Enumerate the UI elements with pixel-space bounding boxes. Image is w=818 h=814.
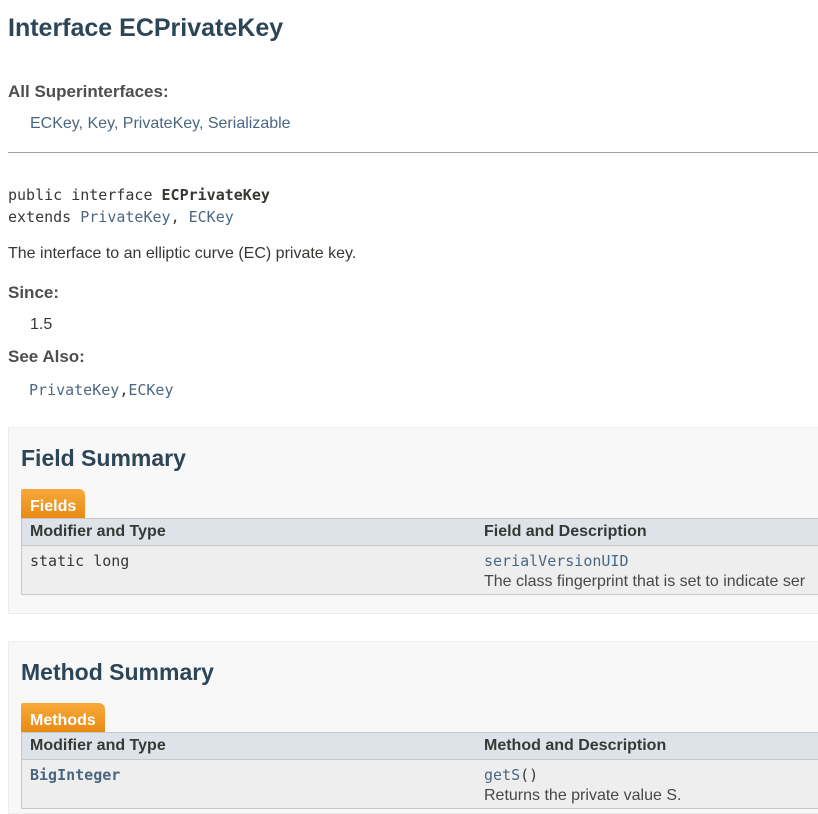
page-title: Interface ECPrivateKey — [8, 14, 284, 42]
field-type: static long — [30, 552, 130, 570]
extends-link-eckey[interactable]: ECKey — [189, 208, 234, 226]
method-col-method-description: Method and Description — [484, 737, 667, 754]
fields-tab: Fields — [21, 489, 86, 519]
since-label: Since: — [8, 283, 60, 302]
table-row: BigInteger getS() Returns the private va… — [22, 760, 818, 808]
see-also-link-eckey[interactable]: ECKey — [128, 381, 173, 399]
method-summary-section: Method Summary Methods Modifier and Type… — [8, 641, 818, 814]
table-row: static long serialVersionUID The class f… — [22, 546, 818, 594]
method-params: () — [520, 766, 539, 784]
method-link-gets[interactable]: getS — [484, 766, 520, 784]
return-type-link-biginteger[interactable]: BigInteger — [30, 766, 120, 784]
field-summary-title: Field Summary — [21, 445, 186, 471]
field-summary-table: Modifier and Type Field and Description … — [21, 518, 818, 595]
superinterface-link-serializable[interactable]: Serializable — [208, 115, 291, 132]
methods-tab: Methods — [21, 703, 105, 733]
superinterface-link-eckey[interactable]: ECKey — [30, 115, 79, 132]
javadoc-page: Interface ECPrivateKey All Superinterfac… — [0, 0, 818, 814]
header-divider — [8, 152, 818, 153]
superinterface-link-key[interactable]: Key — [88, 115, 114, 132]
method-description: Returns the private value S. — [484, 787, 682, 804]
superinterfaces-label: All Superinterfaces: — [8, 82, 169, 101]
field-col-field-description: Field and Description — [484, 523, 647, 540]
method-summary-table: Modifier and Type Method and Description… — [21, 732, 818, 809]
method-col-modifier-type: Modifier and Type — [30, 737, 166, 754]
method-signature: getS() — [484, 766, 538, 784]
extends-link-privatekey[interactable]: PrivateKey — [80, 208, 170, 226]
see-also-label: See Also: — [8, 347, 85, 366]
method-table-header: Modifier and Type Method and Description — [22, 733, 818, 760]
method-summary-title: Method Summary — [21, 659, 214, 685]
superinterfaces-list: ECKey, Key, PrivateKey, Serializable — [30, 115, 291, 132]
declaration-name: ECPrivateKey — [161, 186, 270, 204]
field-summary-section: Field Summary Fields Modifier and Type F… — [8, 427, 818, 614]
see-also-list: PrivateKey,ECKey — [29, 381, 174, 399]
declaration-line-2: extends PrivateKey, ECKey — [8, 208, 234, 226]
declaration-line-1: public interface ECPrivateKey — [8, 186, 270, 204]
field-link-serialversionuid[interactable]: serialVersionUID — [484, 552, 629, 570]
since-value: 1.5 — [30, 316, 53, 333]
field-table-header: Modifier and Type Field and Description — [22, 519, 818, 546]
see-also-link-privatekey[interactable]: PrivateKey — [29, 381, 119, 399]
superinterface-link-privatekey[interactable]: PrivateKey — [123, 115, 199, 132]
field-col-modifier-type: Modifier and Type — [30, 523, 166, 540]
interface-description: The interface to an elliptic curve (EC) … — [8, 245, 357, 262]
interface-declaration: public interface ECPrivateKey extends Pr… — [8, 184, 270, 228]
field-description: The class fingerprint that is set to ind… — [484, 573, 806, 590]
